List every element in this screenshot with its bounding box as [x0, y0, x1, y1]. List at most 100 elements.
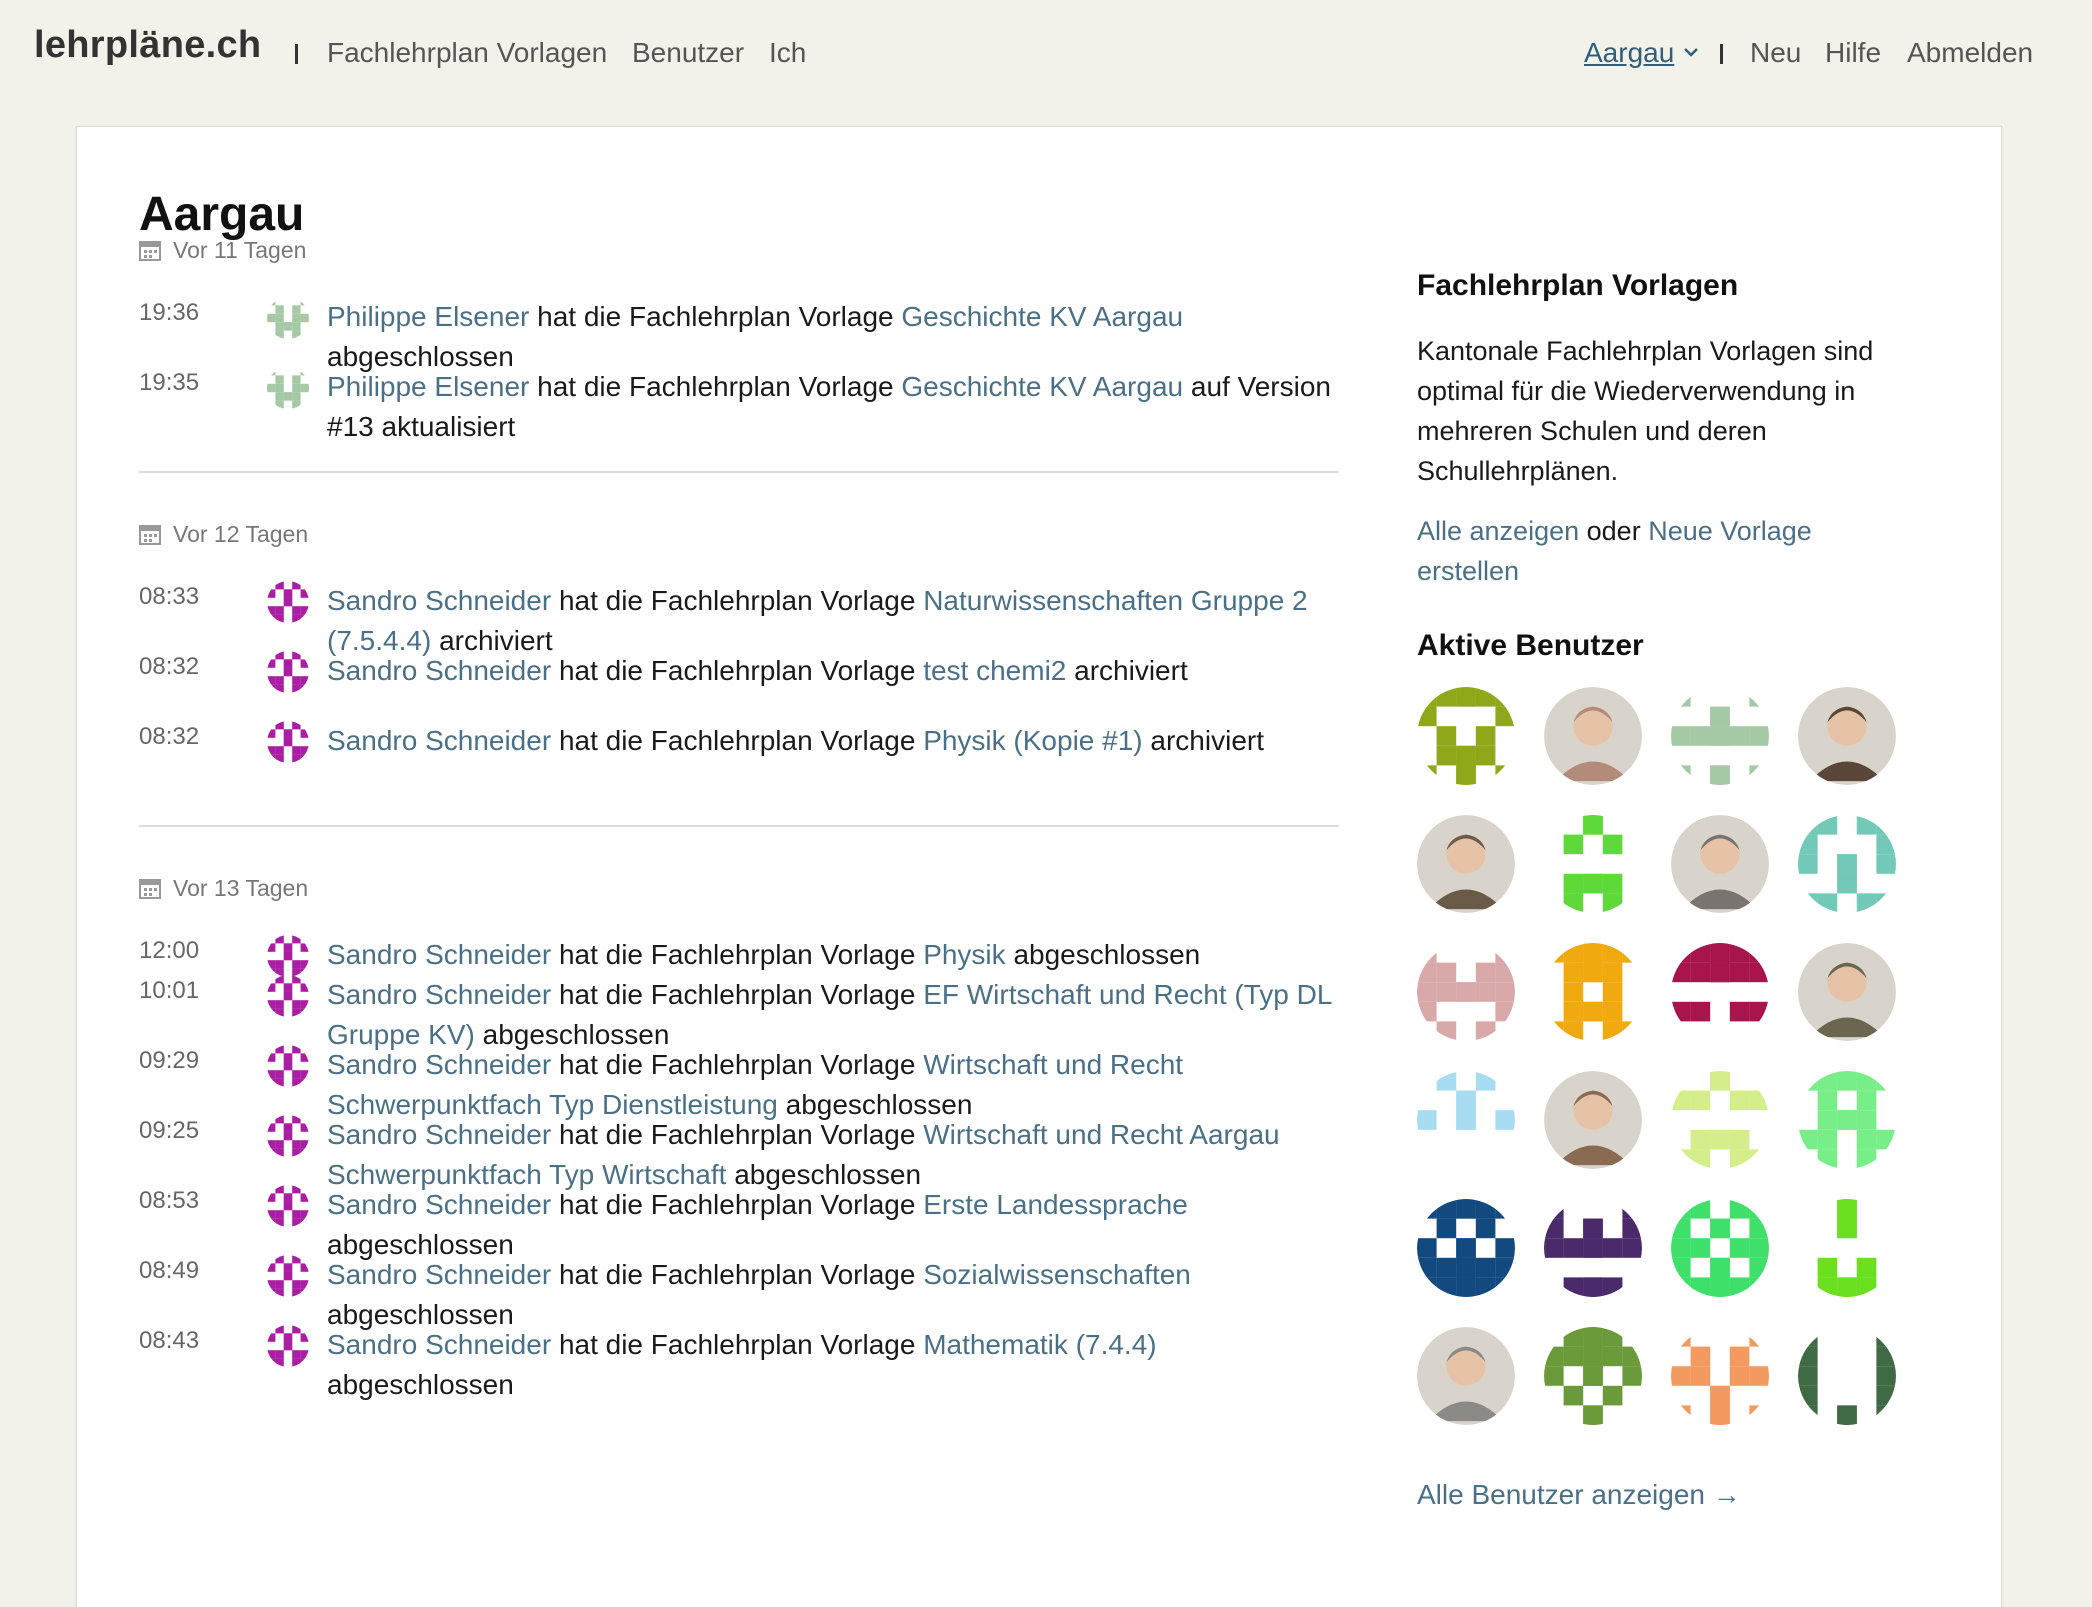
active-user-avatar[interactable] [1544, 687, 1642, 785]
entry-time: 19:36 [139, 299, 200, 326]
user-link[interactable]: Sandro Schneider [327, 655, 551, 686]
user-avatar[interactable] [267, 1255, 309, 1297]
active-user-avatar[interactable] [1798, 687, 1896, 785]
user-link[interactable]: Philippe Elsener [327, 301, 529, 332]
active-user-avatar[interactable] [1417, 687, 1515, 785]
active-user-avatar[interactable] [1798, 1071, 1896, 1169]
nav-link-neu[interactable]: Neu [1750, 37, 1801, 69]
active-user-avatar[interactable] [1417, 1327, 1515, 1425]
show-all-templates-link[interactable]: Alle anzeigen [1417, 516, 1579, 546]
active-user-avatar[interactable] [1671, 1327, 1769, 1425]
active-users-heading: Aktive Benutzer [1417, 629, 1644, 662]
entry-action: hat die Fachlehrplan Vorlage [537, 301, 894, 332]
entry-time: 09:29 [139, 1047, 200, 1074]
templates-heading: Fachlehrplan Vorlagen [1417, 269, 1739, 302]
entry-time: 08:32 [139, 723, 200, 750]
user-avatar[interactable] [267, 935, 309, 977]
entry-action: hat die Fachlehrplan Vorlage [558, 939, 916, 970]
day-heading: Vor 11 Tagen [139, 237, 306, 264]
day-label: Vor 11 Tagen [173, 237, 307, 263]
entry-text: Sandro Schneider hat die Fachlehrplan Vo… [327, 1115, 1337, 1195]
template-link[interactable]: Geschichte KV Aargau [901, 371, 1183, 402]
template-link[interactable]: Erste Landessprache [923, 1189, 1188, 1220]
user-avatar[interactable] [267, 1185, 309, 1227]
active-user-avatar[interactable] [1544, 1199, 1642, 1297]
active-user-avatar[interactable] [1544, 1327, 1642, 1425]
user-link[interactable]: Sandro Schneider [327, 1119, 551, 1150]
calendar-icon [139, 525, 161, 545]
user-avatar[interactable] [267, 721, 309, 763]
entry-time: 08:33 [139, 583, 200, 610]
user-link[interactable]: Sandro Schneider [327, 1259, 551, 1290]
entry-text: Philippe Elsener hat die Fachlehrplan Vo… [327, 367, 1337, 447]
all-users-link[interactable]: Alle Benutzer anzeigen → [1417, 1479, 1741, 1511]
entry-time: 08:53 [139, 1187, 200, 1214]
page-title: Aargau [139, 188, 305, 241]
user-avatar[interactable] [267, 581, 309, 623]
user-link[interactable]: Sandro Schneider [327, 979, 551, 1010]
calendar-icon [139, 879, 161, 899]
active-user-avatar[interactable] [1671, 687, 1769, 785]
entry-time: 09:25 [139, 1117, 200, 1144]
entry-time: 12:00 [139, 937, 200, 964]
user-avatar[interactable] [267, 975, 309, 1017]
active-user-avatar[interactable] [1544, 943, 1642, 1041]
entry-status: archiviert [1074, 655, 1188, 686]
user-avatar[interactable] [267, 1115, 309, 1157]
user-link[interactable]: Sandro Schneider [327, 585, 551, 616]
active-user-avatar[interactable] [1544, 815, 1642, 913]
day-heading: Vor 13 Tagen [139, 875, 308, 902]
user-link[interactable]: Philippe Elsener [327, 371, 529, 402]
active-user-avatar[interactable] [1798, 1327, 1896, 1425]
active-user-avatar[interactable] [1798, 1199, 1896, 1297]
chevron-down-icon[interactable] [1683, 46, 1699, 58]
nav-link-hilfe[interactable]: Hilfe [1825, 37, 1881, 69]
entry-action: hat die Fachlehrplan Vorlage [558, 725, 916, 756]
user-link[interactable]: Sandro Schneider [327, 725, 551, 756]
templates-links: Alle anzeigen oder Neue Vorlage erstelle… [1417, 511, 1917, 591]
nav-link-abmelden[interactable]: Abmelden [1907, 37, 2033, 69]
entry-text: Philippe Elsener hat die Fachlehrplan Vo… [327, 297, 1337, 377]
template-link[interactable]: Physik (Kopie #1) [923, 725, 1142, 756]
active-user-avatar[interactable] [1544, 1071, 1642, 1169]
entry-status: archiviert [1150, 725, 1264, 756]
active-user-avatar[interactable] [1798, 943, 1896, 1041]
user-avatar[interactable] [267, 651, 309, 693]
active-user-avatar[interactable] [1417, 1199, 1515, 1297]
nav-link-benutzer[interactable]: Benutzer [632, 37, 744, 69]
template-link[interactable]: Physik [923, 939, 1005, 970]
active-user-avatar[interactable] [1417, 815, 1515, 913]
nav-separator [295, 44, 298, 64]
user-link[interactable]: Sandro Schneider [327, 1049, 551, 1080]
active-user-avatar[interactable] [1798, 815, 1896, 913]
entry-status: abgeschlossen [327, 1369, 514, 1400]
entry-action: hat die Fachlehrplan Vorlage [558, 979, 916, 1010]
entry-text: Sandro Schneider hat die Fachlehrplan Vo… [327, 651, 1337, 691]
region-dropdown[interactable]: Aargau [1584, 37, 1674, 69]
top-navigation: lehrpläne.ch Fachlehrplan Vorlagen Benut… [0, 0, 2092, 108]
active-user-avatar[interactable] [1417, 1071, 1515, 1169]
active-user-avatar[interactable] [1671, 1071, 1769, 1169]
user-avatar[interactable] [267, 367, 309, 409]
brand-logo[interactable]: lehrpläne.ch [34, 24, 261, 67]
day-heading: Vor 12 Tagen [139, 521, 308, 548]
user-link[interactable]: Sandro Schneider [327, 1189, 551, 1220]
active-user-avatar[interactable] [1671, 1199, 1769, 1297]
user-avatar[interactable] [267, 1325, 309, 1367]
active-user-avatar[interactable] [1671, 943, 1769, 1041]
entry-time: 08:32 [139, 653, 200, 680]
template-link[interactable]: test chemi2 [923, 655, 1066, 686]
active-user-avatar[interactable] [1417, 943, 1515, 1041]
nav-link-fachlehrplan-vorlagen[interactable]: Fachlehrplan Vorlagen [327, 37, 607, 69]
user-avatar[interactable] [267, 1045, 309, 1087]
user-avatar[interactable] [267, 297, 309, 339]
user-link[interactable]: Sandro Schneider [327, 939, 551, 970]
template-link[interactable]: Geschichte KV Aargau [901, 301, 1183, 332]
entry-action: hat die Fachlehrplan Vorlage [558, 655, 916, 686]
entry-time: 08:49 [139, 1257, 200, 1284]
nav-link-ich[interactable]: Ich [769, 37, 806, 69]
template-link[interactable]: Mathematik (7.4.4) [923, 1329, 1156, 1360]
template-link[interactable]: Sozialwissenschaften [923, 1259, 1191, 1290]
user-link[interactable]: Sandro Schneider [327, 1329, 551, 1360]
active-user-avatar[interactable] [1671, 815, 1769, 913]
